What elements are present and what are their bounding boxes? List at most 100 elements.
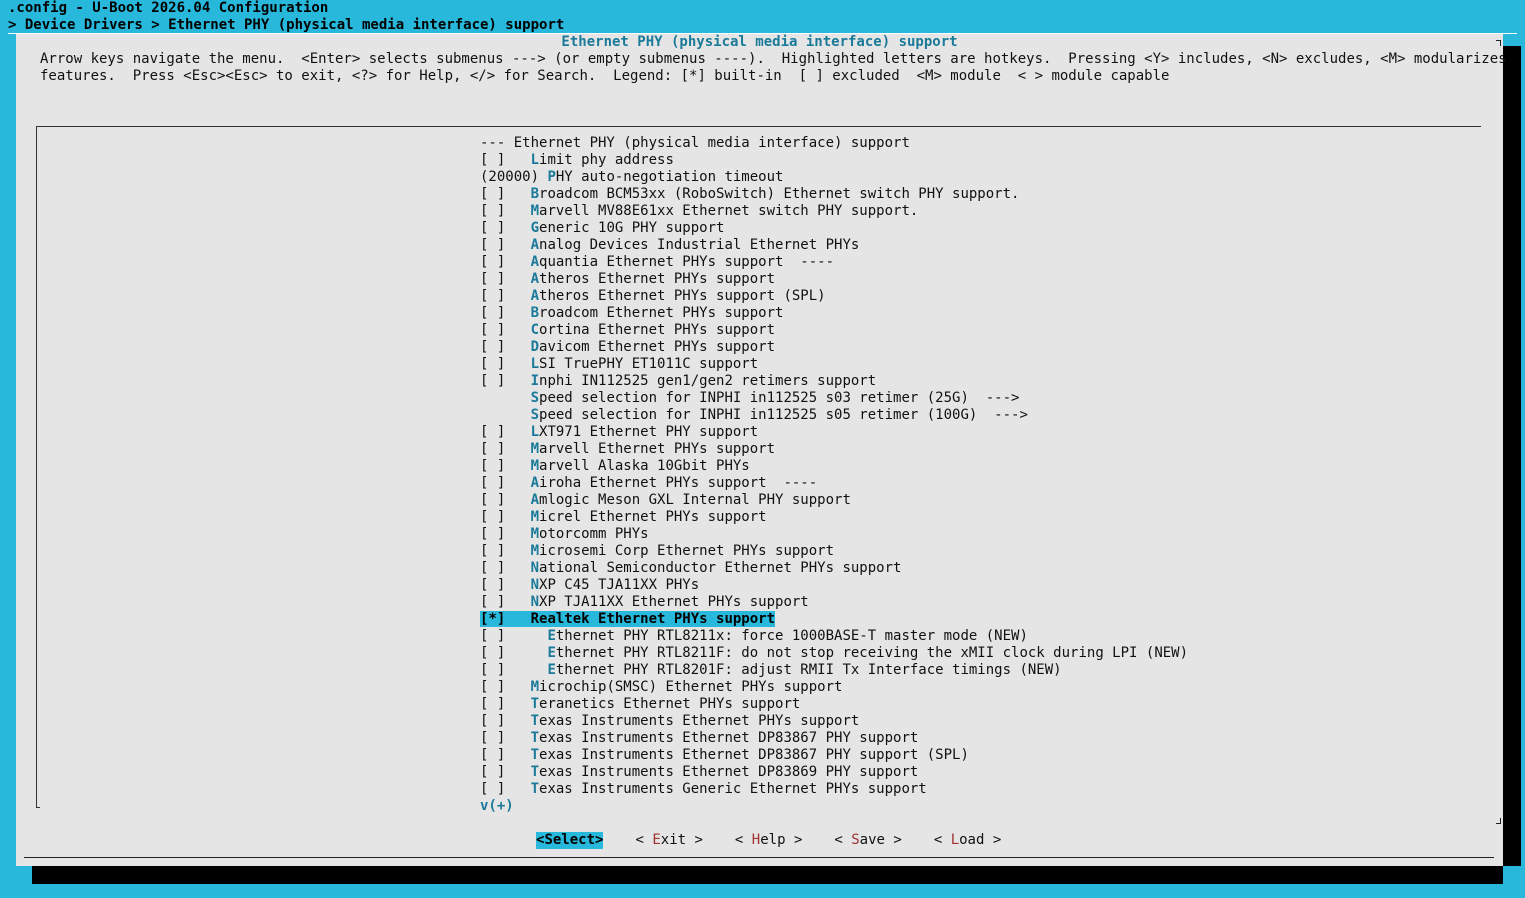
button-bracket: < xyxy=(635,832,653,848)
menu-item[interactable]: [ ] Analog Devices Industrial Ethernet P… xyxy=(480,237,1188,254)
menu-item-state: [ ] xyxy=(480,679,531,695)
menu-item[interactable]: --- Ethernet PHY (physical media interfa… xyxy=(480,135,1188,152)
menu-item-label: HY auto-negotiation timeout xyxy=(555,169,784,185)
menu-item-label: imit phy address xyxy=(539,152,674,168)
menu-item-label: roadcom Ethernet PHYs support xyxy=(539,305,784,321)
menu-item-label: mlogic Meson GXL Internal PHY support xyxy=(539,492,851,508)
menu-entry: [ ] Airoha Ethernet PHYs support ---- xyxy=(480,475,817,491)
menu-item[interactable]: [ ] Atheros Ethernet PHYs support xyxy=(480,271,1188,288)
menu-item[interactable]: [ ] Motorcomm PHYs xyxy=(480,526,1188,543)
menu-item-label: peed selection for INPHI in112525 s03 re… xyxy=(539,390,1020,406)
dialog-corner xyxy=(1500,40,1501,46)
menu-item-hotkey: N xyxy=(530,560,540,576)
menu-entry: [ ] Texas Instruments Ethernet DP83867 P… xyxy=(480,730,918,746)
menu-item[interactable]: [ ] Aquantia Ethernet PHYs support ---- xyxy=(480,254,1188,271)
menu-item[interactable]: [ ] Broadcom Ethernet PHYs support xyxy=(480,305,1188,322)
menu-item[interactable]: [ ] LXT971 Ethernet PHY support xyxy=(480,424,1188,441)
menu-item-label: ortina Ethernet PHYs support xyxy=(539,322,776,338)
menu-entry: [ ] LSI TruePHY ET1011C support xyxy=(480,356,758,372)
menu-entry: [ ] Ethernet PHY RTL8211F: do not stop r… xyxy=(480,645,1188,661)
menu-item[interactable]: [ ] NXP TJA11XX Ethernet PHYs support xyxy=(480,594,1188,611)
menu-item[interactable]: [ ] LSI TruePHY ET1011C support xyxy=(480,356,1188,373)
menu-item-state: [ ] xyxy=(480,152,531,168)
menu-item-label: icrosemi Corp Ethernet PHYs support xyxy=(539,543,835,559)
save-button[interactable]: < Save > xyxy=(834,832,901,849)
menu-item[interactable]: [ ] Broadcom BCM53xx (RoboSwitch) Ethern… xyxy=(480,186,1188,203)
menu-item[interactable]: [ ] Generic 10G PHY support xyxy=(480,220,1188,237)
menu-item[interactable]: Speed selection for INPHI in112525 s03 r… xyxy=(480,390,1188,407)
menu-item-hotkey: G xyxy=(530,220,540,236)
help-button[interactable]: < Help > xyxy=(735,832,802,849)
menu-box-corner xyxy=(36,807,40,808)
menu-item[interactable]: Speed selection for INPHI in112525 s05 r… xyxy=(480,407,1188,424)
menu-item-state: [ ] xyxy=(480,203,531,219)
menu-entry: [ ] Atheros Ethernet PHYs support xyxy=(480,271,775,287)
menu-item-label: quantia Ethernet PHYs support ---- xyxy=(539,254,835,270)
menu-item[interactable]: [ ] Ethernet PHY RTL8211x: force 1000BAS… xyxy=(480,628,1188,645)
menu-item[interactable]: [ ] Inphi IN112525 gen1/gen2 retimers su… xyxy=(480,373,1188,390)
help-line-2: features. Press <Esc><Esc> to exit, <?> … xyxy=(40,68,1170,84)
menu-item[interactable]: [ ] Texas Instruments Ethernet PHYs supp… xyxy=(480,713,1188,730)
menu-item-state: [ ] xyxy=(480,628,548,644)
menu-item[interactable]: [ ] Texas Instruments Ethernet DP83869 P… xyxy=(480,764,1188,781)
menu-item[interactable]: [ ] Marvell Alaska 10Gbit PHYs xyxy=(480,458,1188,475)
exit-button[interactable]: < Exit > xyxy=(635,832,702,849)
menu-item[interactable]: [ ] Amlogic Meson GXL Internal PHY suppo… xyxy=(480,492,1188,509)
menu-item-state: [ ] xyxy=(480,186,531,202)
menu-item[interactable]: [ ] Teranetics Ethernet PHYs support xyxy=(480,696,1188,713)
menu-item[interactable]: [ ] Micrel Ethernet PHYs support xyxy=(480,509,1188,526)
menu-item-hotkey: A xyxy=(530,288,540,304)
menu-item-hotkey: T xyxy=(530,764,540,780)
menu-item[interactable]: [ ] Microchip(SMSC) Ethernet PHYs suppor… xyxy=(480,679,1188,696)
menu-item-hotkey: T xyxy=(530,713,540,729)
menu-item[interactable]: [ ] National Semiconductor Ethernet PHYs… xyxy=(480,560,1188,577)
button-bracket: > xyxy=(984,832,1002,848)
menu-item[interactable]: [*] Realtek Ethernet PHYs support xyxy=(480,611,1188,628)
button-label: ave xyxy=(859,832,885,848)
load-button[interactable]: < Load > xyxy=(934,832,1001,849)
menu-item-hotkey: A xyxy=(530,492,540,508)
button-label: oad xyxy=(959,832,985,848)
menu-item-label: exas Instruments Generic Ethernet PHYs s… xyxy=(539,781,927,797)
menu-item-state: [ ] xyxy=(480,543,531,559)
menu-item-label: XP C45 TJA11XX PHYs xyxy=(539,577,700,593)
menu-item-hotkey: M xyxy=(530,543,540,559)
menu-item[interactable]: [ ] Marvell Ethernet PHYs support xyxy=(480,441,1188,458)
menu-item[interactable]: (20000) PHY auto-negotiation timeout xyxy=(480,169,1188,186)
menu-item-label: roadcom BCM53xx (RoboSwitch) Ethernet sw… xyxy=(539,186,1020,202)
menu-item-label: eneric 10G PHY support xyxy=(539,220,725,236)
menu-item[interactable]: [ ] Texas Instruments Generic Ethernet P… xyxy=(480,781,1188,798)
menu-item[interactable]: [ ] Davicom Ethernet PHYs support xyxy=(480,339,1188,356)
menu-item-state: [ ] xyxy=(480,305,531,321)
menu-item[interactable]: [ ] Texas Instruments Ethernet DP83867 P… xyxy=(480,730,1188,747)
menu-item-label: thernet PHY RTL8211x: force 1000BASE-T m… xyxy=(555,628,1028,644)
menu-item-label: thernet PHY RTL8201F: adjust RMII Tx Int… xyxy=(555,662,1062,678)
button-hotkey: E xyxy=(652,832,661,848)
menu-item-hotkey: P xyxy=(547,169,556,185)
menu-item[interactable]: [ ] Cortina Ethernet PHYs support xyxy=(480,322,1188,339)
menu-item[interactable]: [ ] Atheros Ethernet PHYs support (SPL) xyxy=(480,288,1188,305)
menu-item[interactable]: [ ] Limit phy address xyxy=(480,152,1188,169)
menu-item[interactable]: [ ] Ethernet PHY RTL8201F: adjust RMII T… xyxy=(480,662,1188,679)
menu-entry: [ ] Generic 10G PHY support xyxy=(480,220,724,236)
select-button[interactable]: <Select> xyxy=(536,832,604,849)
menu-item-label: icrochip(SMSC) Ethernet PHYs support xyxy=(539,679,843,695)
menu-item-hotkey: B xyxy=(530,186,540,202)
menu-item[interactable]: [ ] Ethernet PHY RTL8211F: do not stop r… xyxy=(480,645,1188,662)
menu-item-hotkey: R xyxy=(530,611,540,627)
menu-item-state: [ ] xyxy=(480,764,531,780)
menu-item[interactable]: [ ] Marvell MV88E61xx Ethernet switch PH… xyxy=(480,203,1188,220)
menu-item[interactable]: [ ] NXP C45 TJA11XX PHYs xyxy=(480,577,1188,594)
menu-entry: [ ] Marvell Alaska 10Gbit PHYs xyxy=(480,458,750,474)
menu-item-hotkey: C xyxy=(530,322,540,338)
menu-list[interactable]: --- Ethernet PHY (physical media interfa… xyxy=(480,135,1188,798)
menu-item[interactable]: [ ] Airoha Ethernet PHYs support ---- xyxy=(480,475,1188,492)
menu-item-hotkey: T xyxy=(530,730,540,746)
menu-item-state: [ ] xyxy=(480,594,531,610)
menu-entry: [ ] Texas Instruments Ethernet PHYs supp… xyxy=(480,713,859,729)
menu-entry: [ ] Limit phy address xyxy=(480,152,674,168)
menu-item[interactable]: [ ] Microsemi Corp Ethernet PHYs support xyxy=(480,543,1188,560)
menu-item-state: [ ] xyxy=(480,237,531,253)
menu-item-label: iroha Ethernet PHYs support ---- xyxy=(539,475,818,491)
menu-item[interactable]: [ ] Texas Instruments Ethernet DP83867 P… xyxy=(480,747,1188,764)
